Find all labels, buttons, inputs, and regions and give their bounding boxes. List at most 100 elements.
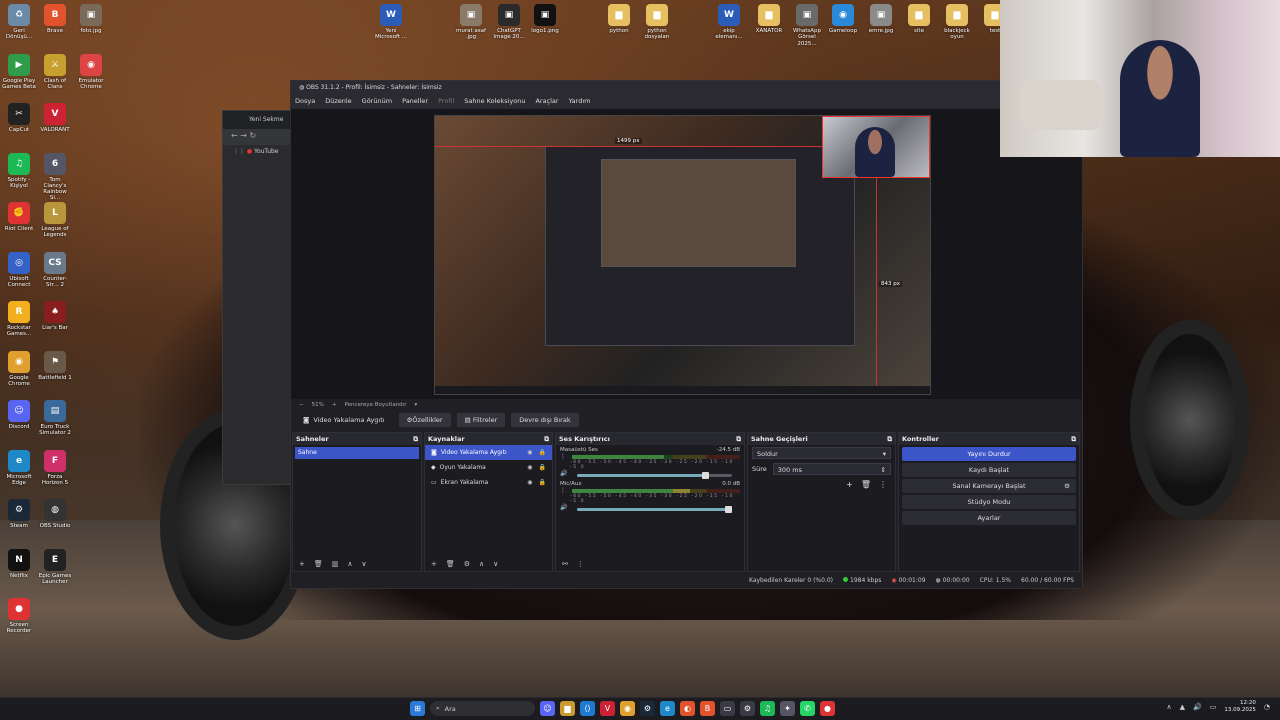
eye-icon[interactable]: ◉ <box>527 479 532 486</box>
edge-taskbar-icon[interactable]: e <box>660 701 675 716</box>
bookmark-youtube[interactable]: YouTube <box>254 148 278 155</box>
desktop-icon[interactable]: ⚙ Steam <box>2 499 36 529</box>
menu-item[interactable]: Düzenle <box>325 97 351 107</box>
volume-slider[interactable] <box>577 505 732 513</box>
menu-item[interactable]: Dosya <box>295 97 315 107</box>
more-icon[interactable]: ⋮ <box>560 453 566 460</box>
desktop-icon[interactable]: ▣ logo1.png <box>528 4 562 34</box>
transition-select[interactable]: Soldur ▾ <box>752 447 891 459</box>
preview-canvas[interactable]: 1499 px 843 px <box>434 115 931 395</box>
gear-icon[interactable]: ⚙ <box>1064 482 1070 490</box>
dock-undock-icon[interactable]: ⧉ <box>544 435 549 443</box>
whatsapp-taskbar-icon[interactable]: ✆ <box>800 701 815 716</box>
source-item[interactable]: ◙ Video Yakalama Aygıtı ◉ 🔒 <box>425 445 552 460</box>
desktop-icon[interactable]: ☺ Discord <box>2 400 36 430</box>
desktop-icon[interactable]: ▣ emre.jpg <box>864 4 898 34</box>
reload-icon[interactable]: ↻ <box>250 131 257 140</box>
taskbar-clock[interactable]: 12:20 13.09.2025 <box>1224 700 1256 714</box>
monitor-taskbar-icon[interactable]: ▭ <box>720 701 735 716</box>
desktop-icon[interactable]: R Rockstar Games... <box>2 301 36 338</box>
network-icon[interactable]: ▲ <box>1180 703 1185 711</box>
desktop-icon[interactable]: ▤ Euro Truck Simulator 2 <box>38 400 72 437</box>
menu-item[interactable]: Görünüm <box>362 97 392 107</box>
start-recording-button[interactable]: Kaydı Başlat <box>902 463 1076 477</box>
desktop-icon[interactable]: ● Screen Recorder <box>2 598 36 635</box>
back-icon[interactable]: ← <box>231 131 238 140</box>
menu-item[interactable]: Sahne Koleksiyonu <box>464 97 525 107</box>
more-icon[interactable]: ⋮ <box>577 560 584 568</box>
source-item[interactable]: ▭ Ekran Yakalama ◉ 🔒 <box>425 475 552 490</box>
desktop-icon[interactable]: ▶ Google Play Games Beta <box>2 53 36 91</box>
trash-icon[interactable]: 🗑 <box>861 480 871 489</box>
desktop-icon[interactable]: Wekip elemanı... <box>712 4 746 41</box>
dock-undock-icon[interactable]: ⧉ <box>887 435 892 443</box>
stop-stream-button[interactable]: Yayını Durdur <box>902 447 1076 461</box>
brave-taskbar-icon[interactable]: B <box>700 701 715 716</box>
desktop-icon[interactable]: CS Counter-Str... 2 <box>38 251 72 289</box>
volume-icon[interactable]: 🔊 <box>1193 703 1202 711</box>
steam-taskbar-icon[interactable]: ⚙ <box>640 701 655 716</box>
trash-icon[interactable]: 🗑 <box>446 560 455 568</box>
desktop-icon[interactable]: W Yeni Microsoft ... <box>374 4 408 41</box>
desktop-icon[interactable]: F Forza Horizon 5 <box>38 449 72 487</box>
desktop-icon[interactable]: ◎ Ubisoft Connect <box>2 251 36 289</box>
studio-mode-button[interactable]: Stüdyo Modu <box>902 495 1076 509</box>
desktop-icon[interactable]: ▆ XANATOR <box>752 4 786 34</box>
apps-grid-icon[interactable]: ⋮⋮ <box>233 148 245 155</box>
desktop-icon[interactable]: ✂ CapCut <box>2 103 36 133</box>
scene-item[interactable]: Sahne <box>295 447 419 459</box>
stepper-icon[interactable]: ⇕ <box>881 466 886 474</box>
desktop-icon[interactable]: ◍ OBS Studio <box>38 499 72 529</box>
file-explorer-icon[interactable]: ▆ <box>560 701 575 716</box>
arrow-down-icon[interactable]: ∨ <box>362 560 367 568</box>
volume-knob[interactable] <box>701 471 709 479</box>
desktop-icon[interactable]: ⚑ Battlefield 1 <box>38 350 72 381</box>
obs-title-bar[interactable]: ◍ OBS 31.1.2 - Profil: İsimsiz - Sahnele… <box>291 81 1082 95</box>
volume-knob[interactable] <box>725 505 732 513</box>
windows-start-icon[interactable]: ⊞ <box>410 701 425 716</box>
game-taskbar-icon[interactable]: ✦ <box>780 701 795 716</box>
desktop-icon[interactable]: E Epic Games Launcher <box>38 548 72 586</box>
desktop-icon[interactable]: ▆ site <box>902 4 936 34</box>
volume-slider[interactable] <box>577 471 732 479</box>
desktop-icon[interactable]: 6 Tom Clancy's Rainbow Si... <box>38 152 72 202</box>
desktop-icon[interactable]: ◉ Google Chrome <box>2 350 36 388</box>
link-icon[interactable]: ⚯ <box>562 560 568 568</box>
webcam-source-box[interactable] <box>822 116 930 178</box>
recorder-taskbar-icon[interactable]: ● <box>820 701 835 716</box>
desktop-icon[interactable]: ⚔ Clash of Clans <box>38 53 72 91</box>
desktop-icon[interactable]: ✊ Riot Client <box>2 202 36 232</box>
desktop-icon[interactable]: ▆ python dosyaları <box>640 4 674 41</box>
lock-icon[interactable]: 🔒 <box>539 479 546 486</box>
discord-taskbar-icon[interactable]: ☺ <box>540 701 555 716</box>
volume-icon[interactable]: 🔊 <box>560 470 567 477</box>
chevron-up-icon[interactable]: ∧ <box>1167 703 1172 711</box>
desktop-icon[interactable]: ▆ blackjeck oyun <box>940 4 974 41</box>
add-icon[interactable]: + <box>299 560 305 568</box>
filters-button[interactable]: ▤ Filtreler <box>456 413 506 427</box>
taskbar-search[interactable]: ⌕ Ara <box>430 701 535 716</box>
preview-area[interactable]: 1499 px 843 px <box>291 109 1082 399</box>
dock-undock-icon[interactable]: ⧉ <box>1071 435 1076 443</box>
duration-input[interactable]: 300 ms ⇕ <box>772 463 891 475</box>
settings-button[interactable]: Ayarlar <box>902 511 1076 525</box>
menu-item[interactable]: Paneller <box>402 97 428 107</box>
desktop-icon[interactable]: ♻ Geri Dönüşü... <box>2 4 36 41</box>
desktop-icon[interactable]: ▣ foto.jpg <box>74 4 108 34</box>
obs-window[interactable]: ◍ OBS 31.1.2 - Profil: İsimsiz - Sahnele… <box>290 80 1083 589</box>
eye-icon[interactable]: ◉ <box>527 449 532 456</box>
more-icon[interactable]: ⋮ <box>560 487 566 494</box>
filter-icon[interactable]: ▥ <box>332 560 339 568</box>
zoom-in-icon[interactable]: + <box>332 402 337 408</box>
desktop-icon[interactable]: ♠ Liar's Bar <box>38 301 72 331</box>
arrow-up-icon[interactable]: ∧ <box>479 560 484 568</box>
source-item[interactable]: ◆ Oyun Yakalama ◉ 🔒 <box>425 460 552 475</box>
desktop-icon[interactable]: e Microsoft Edge <box>2 449 36 487</box>
desktop-icon[interactable]: V VALORANT <box>38 103 72 133</box>
valorant-taskbar-icon[interactable]: V <box>600 701 615 716</box>
zoom-out-icon[interactable]: − <box>299 402 304 408</box>
dock-undock-icon[interactable]: ⧉ <box>736 435 741 443</box>
add-icon[interactable]: + <box>431 560 437 568</box>
desktop-icon[interactable]: ▆ python <box>602 4 636 34</box>
arrow-down-icon[interactable]: ∨ <box>493 560 498 568</box>
